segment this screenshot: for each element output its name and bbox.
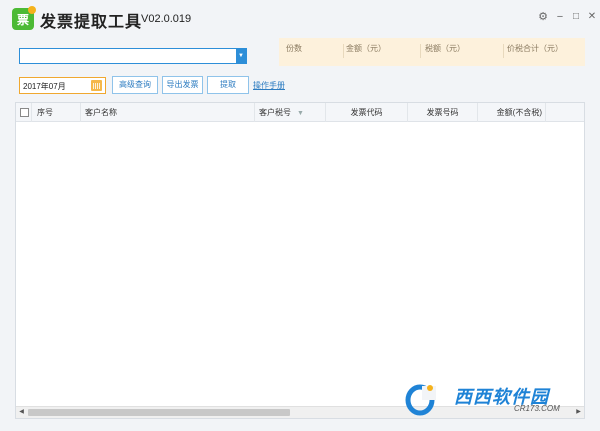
month-picker[interactable]: 2017年07月 [19,77,106,94]
title-bar: 票 发票提取工具 V02.0.019 ⚙ − □ ✕ [0,0,600,36]
app-logo-icon: 票 [12,6,36,30]
scrollbar-thumb[interactable] [28,409,290,416]
select-all-checkbox[interactable] [20,108,29,117]
maximize-button[interactable]: □ [569,10,583,24]
select-all-cell [16,103,32,122]
site-watermark: 西西软件园 CR173.COM [404,380,584,420]
sort-icon[interactable]: ▼ [297,110,304,117]
extract-button[interactable]: 提取 [207,76,249,94]
summary-total-label: 价税合计（元） [507,44,563,53]
summary-divider [343,44,344,58]
app-version: V02.0.019 [141,13,192,25]
taxpayer-combo[interactable]: ▼ [19,48,247,64]
calendar-icon[interactable] [91,80,102,91]
column-header-invoice-code[interactable]: 发票代码 [326,103,408,122]
column-header-amount-excl-tax[interactable]: 金额(不含税) [478,103,546,122]
column-header-index[interactable]: 序号 [32,103,81,122]
column-header-invoice-number[interactable]: 发票号码 [408,103,478,122]
summary-divider [420,44,421,58]
summary-divider [503,44,504,58]
scroll-left-icon[interactable]: ◀ [17,408,26,417]
summary-count-label: 份数 [286,44,302,53]
export-invoice-button[interactable]: 导出发票 [162,76,203,94]
app-title: 发票提取工具 [40,14,143,31]
watermark-logo-icon [405,384,436,416]
table-header: 序号 客户名称 客户税号 ▼ 发票代码 发票号码 金额(不含税) [16,103,584,122]
summary-panel: 份数 金额（元） 税额（元） 价税合计（元） [279,38,585,66]
month-picker-value: 2017年07月 [23,82,66,91]
advanced-query-button[interactable]: 高级查询 [112,76,158,94]
settings-gear-icon[interactable]: ⚙ [536,10,550,24]
summary-amount-label: 金额（元） [346,44,386,53]
minimize-button[interactable]: − [553,10,567,24]
manual-link[interactable]: 操作手册 [253,80,285,91]
summary-tax-label: 税额（元） [425,44,465,53]
close-button[interactable]: ✕ [585,10,599,24]
watermark-domain: CR173.COM [514,404,560,413]
column-header-customer-name[interactable]: 客户名称 [81,103,255,122]
column-header-customer-tax-id[interactable]: 客户税号 ▼ [255,103,326,122]
column-header-customer-tax-id-label: 客户税号 [259,108,291,117]
invoice-table: 序号 客户名称 客户税号 ▼ 发票代码 发票号码 金额(不含税) ◀ ▶ [15,102,585,419]
chevron-down-icon[interactable]: ▼ [236,49,246,63]
